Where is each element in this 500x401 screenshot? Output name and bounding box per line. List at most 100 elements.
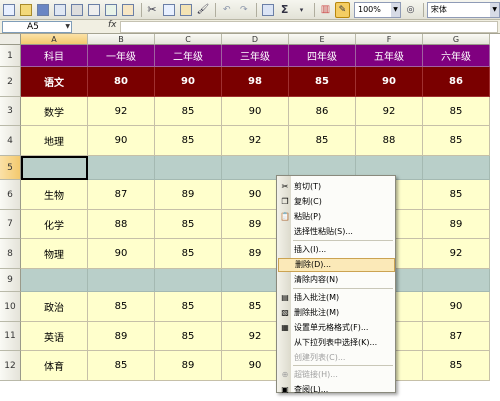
column-header-f[interactable]: F: [356, 34, 423, 45]
column-header-b[interactable]: B: [88, 34, 155, 45]
row-header-11[interactable]: 11: [0, 322, 21, 351]
cell-c9[interactable]: [155, 269, 222, 292]
cell-f1[interactable]: 五年级: [356, 45, 423, 67]
row-header-6[interactable]: 6: [0, 180, 21, 210]
cell-d1[interactable]: 三年级: [222, 45, 289, 67]
cell-b10[interactable]: 85: [88, 292, 155, 322]
cell-c12[interactable]: 89: [155, 351, 222, 381]
hyperlink-icon[interactable]: [260, 2, 275, 18]
cell-c4[interactable]: 85: [155, 126, 222, 156]
cell-g5[interactable]: [423, 156, 490, 180]
cell-a8[interactable]: 物理: [21, 239, 88, 269]
cell-c7[interactable]: 85: [155, 210, 222, 239]
fx-icon[interactable]: fx: [108, 20, 117, 30]
row-header-7[interactable]: 7: [0, 210, 21, 239]
cut-icon[interactable]: ✂: [145, 2, 160, 18]
cell-g10[interactable]: 90: [423, 292, 490, 322]
spelling-icon[interactable]: [104, 2, 119, 18]
menu-item-9[interactable]: ▦ 设置单元格格式(F)...: [278, 321, 395, 335]
row-header-12[interactable]: 12: [0, 351, 21, 381]
cell-a1[interactable]: 科目: [21, 45, 88, 67]
cell-a9[interactable]: [21, 269, 88, 292]
menu-item-11[interactable]: 创建列表(C)...: [278, 351, 395, 365]
cell-c2[interactable]: 90: [155, 67, 222, 97]
cell-b7[interactable]: 88: [88, 210, 155, 239]
cell-b1[interactable]: 一年级: [88, 45, 155, 67]
cell-a3[interactable]: 数学: [21, 97, 88, 126]
cell-d4[interactable]: 92: [222, 126, 289, 156]
row-header-2[interactable]: 2: [0, 67, 21, 97]
cell-b6[interactable]: 87: [88, 180, 155, 210]
column-header-a[interactable]: A: [21, 34, 88, 45]
autosum-icon[interactable]: Σ: [277, 2, 292, 18]
cell-a6[interactable]: 生物: [21, 180, 88, 210]
cell-f3[interactable]: 92: [356, 97, 423, 126]
save-icon[interactable]: [36, 2, 51, 18]
open-icon[interactable]: [19, 2, 34, 18]
cell-b8[interactable]: 90: [88, 239, 155, 269]
help-icon[interactable]: ◎: [403, 2, 418, 18]
cell-g4[interactable]: 85: [423, 126, 490, 156]
menu-item-0[interactable]: ✂ 剪切(T): [278, 180, 395, 194]
menu-item-13[interactable]: ▣ 查阅(L)...: [278, 383, 395, 397]
cell-a12[interactable]: 体育: [21, 351, 88, 381]
cell-g6[interactable]: 85: [423, 180, 490, 210]
cell-a7[interactable]: 化学: [21, 210, 88, 239]
name-box[interactable]: A5 ▼: [2, 21, 72, 33]
menu-item-4[interactable]: 插入(I)...: [278, 243, 395, 257]
row-header-1[interactable]: 1: [0, 45, 21, 67]
column-header-e[interactable]: E: [289, 34, 356, 45]
print-icon[interactable]: [70, 2, 85, 18]
cell-f2[interactable]: 90: [356, 67, 423, 97]
paste-icon[interactable]: [178, 2, 193, 18]
cell-b5[interactable]: [88, 156, 155, 180]
row-header-9[interactable]: 9: [0, 269, 21, 292]
cell-a5[interactable]: [21, 156, 88, 180]
drawing-icon[interactable]: ✎: [334, 1, 350, 18]
chevron-down-icon[interactable]: ▼: [391, 2, 401, 17]
row-header-4[interactable]: 4: [0, 126, 21, 156]
cell-f4[interactable]: 88: [356, 126, 423, 156]
row-header-10[interactable]: 10: [0, 292, 21, 322]
cell-b12[interactable]: 85: [88, 351, 155, 381]
cell-b11[interactable]: 89: [88, 322, 155, 351]
cell-a10[interactable]: 政治: [21, 292, 88, 322]
font-select[interactable]: 宋体 ▼: [426, 1, 500, 18]
column-header-c[interactable]: C: [155, 34, 222, 45]
chart-wizard-icon[interactable]: ▥: [318, 2, 333, 18]
zoom-select[interactable]: 100% ▼: [353, 1, 402, 18]
cell-c6[interactable]: 89: [155, 180, 222, 210]
permission-icon[interactable]: [53, 2, 68, 18]
cell-c1[interactable]: 二年级: [155, 45, 222, 67]
research-icon[interactable]: [121, 2, 136, 18]
new-icon[interactable]: [2, 2, 17, 18]
cell-c10[interactable]: 85: [155, 292, 222, 322]
menu-item-10[interactable]: 从下拉列表中选择(K)...: [278, 336, 395, 350]
row-header-3[interactable]: 3: [0, 97, 21, 126]
print-preview-icon[interactable]: [87, 2, 102, 18]
cell-g11[interactable]: 87: [423, 322, 490, 351]
cell-g2[interactable]: 86: [423, 67, 490, 97]
column-header-g[interactable]: G: [423, 34, 490, 45]
cell-c11[interactable]: 85: [155, 322, 222, 351]
cell-d3[interactable]: 90: [222, 97, 289, 126]
column-header-d[interactable]: D: [222, 34, 289, 45]
menu-item-8[interactable]: ▧ 删除批注(M): [278, 306, 395, 320]
cell-g9[interactable]: [423, 269, 490, 292]
cell-b2[interactable]: 80: [88, 67, 155, 97]
sort-icon[interactable]: ▾: [294, 2, 309, 18]
chevron-down-icon[interactable]: ▼: [490, 2, 500, 17]
cell-c3[interactable]: 85: [155, 97, 222, 126]
cell-b3[interactable]: 92: [88, 97, 155, 126]
menu-item-7[interactable]: ▤ 插入批注(M): [278, 291, 395, 305]
menu-item-12[interactable]: ⊕ 超链接(H)...: [278, 368, 395, 382]
menu-item-3[interactable]: 选择性粘贴(S)...: [278, 225, 395, 239]
cell-e3[interactable]: 86: [289, 97, 356, 126]
cell-c8[interactable]: 85: [155, 239, 222, 269]
select-all-corner[interactable]: [0, 34, 21, 45]
cell-e4[interactable]: 85: [289, 126, 356, 156]
menu-item-2[interactable]: 📋 粘贴(P): [278, 210, 395, 224]
format-painter-icon[interactable]: 🖌: [195, 2, 210, 18]
cell-d2[interactable]: 98: [222, 67, 289, 97]
cell-g1[interactable]: 六年级: [423, 45, 490, 67]
